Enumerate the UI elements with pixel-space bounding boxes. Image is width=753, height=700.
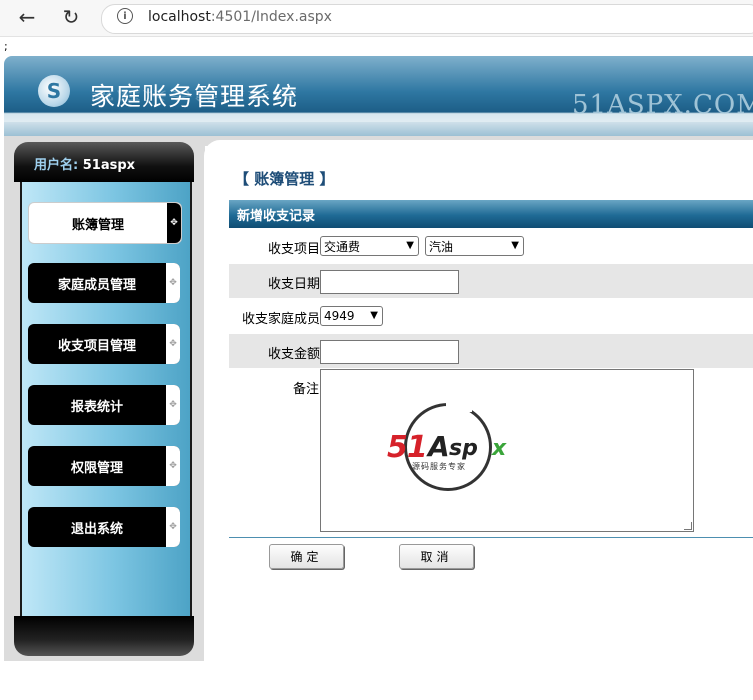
note-textarea[interactable]	[320, 369, 694, 532]
sidebar-item-permissions[interactable]: 权限管理 ✥	[28, 446, 180, 486]
date-input[interactable]	[320, 270, 459, 294]
item-sub-value: 汽油	[429, 239, 454, 254]
row-item: 收支项目 交通费 ▼ 汽油 ▼	[229, 229, 753, 263]
expand-icon: ✥	[166, 263, 180, 303]
sidebar-item-family-members[interactable]: 家庭成员管理 ✥	[28, 263, 180, 303]
app-logo-glyph: S	[46, 79, 62, 103]
watermark-logo-subtitle: 源码服务专家	[412, 462, 466, 471]
form-header: 新增收支记录	[229, 200, 753, 228]
url-path: :4501/Index.aspx	[210, 9, 332, 25]
header-watermark: 51ASPX.COM	[572, 90, 753, 120]
reload-icon[interactable]: ↻	[56, 2, 86, 32]
expand-icon: ✥	[167, 203, 181, 243]
row-amount: 收支金额	[229, 334, 753, 368]
date-label: 收支日期	[268, 277, 321, 292]
expand-icon: ✥	[166, 446, 180, 486]
sidebar-item-label: 权限管理	[70, 460, 123, 476]
user-info: 用户名: 51aspx	[34, 154, 135, 173]
ok-button[interactable]: 确定	[269, 544, 344, 569]
user-label: 用户名:	[34, 158, 79, 173]
info-icon[interactable]: i	[117, 8, 133, 24]
watermark-logo-sp: sp	[449, 436, 478, 461]
chevron-down-icon: ▼	[406, 240, 414, 251]
member-value: 4949	[324, 309, 355, 323]
page-title: 【 账簿管理 】	[234, 170, 335, 188]
cancel-button[interactable]: 取消	[399, 544, 474, 569]
watermark-logo-x: x	[492, 436, 507, 461]
sidebar-item-reports[interactable]: 报表统计 ✥	[28, 385, 180, 425]
sidebar-item-logout[interactable]: 退出系统 ✥	[28, 507, 180, 547]
watermark-logo-a: A	[428, 430, 450, 463]
expand-icon: ✥	[166, 507, 180, 547]
resize-handle-icon[interactable]	[684, 522, 692, 530]
url-text[interactable]: localhost:4501/Index.aspx	[148, 9, 332, 25]
chevron-down-icon: ▼	[511, 240, 519, 251]
item-category-select[interactable]: 交通费 ▼	[320, 236, 419, 256]
url-host: localhost	[148, 9, 211, 25]
sidebar-item-label: 报表统计	[70, 399, 123, 415]
header-banner-strip	[4, 122, 753, 136]
sidebar-item-income-expense-items[interactable]: 收支项目管理 ✥	[28, 324, 180, 364]
expand-icon: ✥	[166, 324, 180, 364]
user-name: 51aspx	[82, 158, 136, 173]
item-category-value: 交通费	[324, 239, 361, 254]
member-select[interactable]: 4949 ▼	[320, 306, 383, 326]
sidebar-footer	[14, 616, 194, 656]
amount-input[interactable]	[320, 340, 459, 364]
item-label: 收支项目	[268, 242, 321, 257]
expand-icon: ✥	[166, 385, 180, 425]
row-date: 收支日期	[229, 264, 753, 298]
watermark-logo-gap	[446, 398, 472, 412]
chevron-down-icon: ▼	[370, 310, 378, 321]
app-title-reflection: 家庭账务管理系统	[90, 88, 299, 102]
sidebar-item-ledger[interactable]: 账簿管理 ✥	[28, 202, 182, 244]
member-label: 收支家庭成员	[242, 312, 321, 327]
form-divider	[229, 537, 753, 538]
app-logo-icon: S	[38, 75, 70, 107]
back-icon[interactable]: ←	[12, 2, 42, 32]
row-member: 收支家庭成员 4949 ▼	[229, 299, 753, 333]
sidebar-item-label: 家庭成员管理	[57, 277, 136, 293]
amount-label: 收支金额	[268, 347, 321, 362]
watermark-logo-number: 51	[387, 430, 428, 465]
sidebar-item-label: 账簿管理	[71, 217, 124, 233]
stray-text: ;	[4, 40, 8, 53]
sidebar-item-label: 退出系统	[70, 521, 123, 537]
sidebar-item-label: 收支项目管理	[57, 338, 136, 354]
note-label: 备注	[293, 382, 320, 397]
item-sub-select[interactable]: 汽油 ▼	[425, 236, 524, 256]
